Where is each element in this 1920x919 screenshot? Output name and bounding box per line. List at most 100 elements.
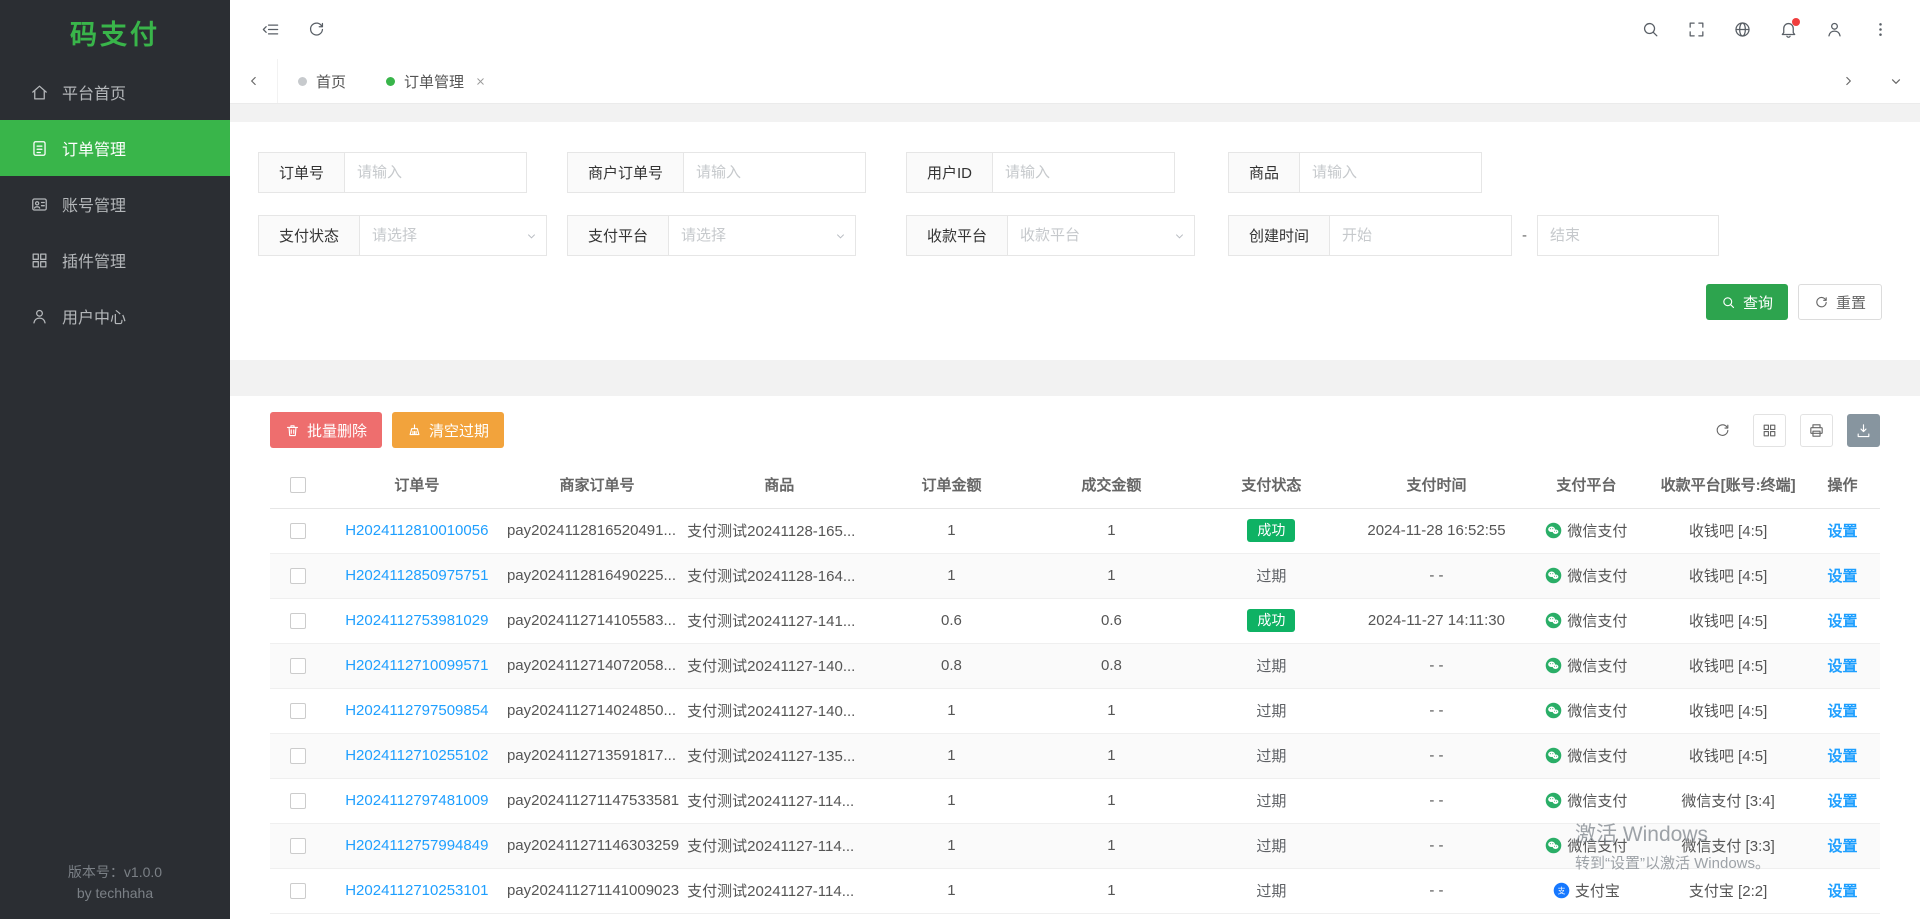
- table-row: H2024112797509854pay2024112714024850...支…: [270, 688, 1880, 733]
- order-id-link[interactable]: H2024112850975751: [345, 567, 488, 584]
- paid-amount-cell: 1: [1031, 778, 1191, 823]
- settings-link[interactable]: 设置: [1828, 568, 1858, 585]
- order-id-link[interactable]: H2024112710099571: [345, 657, 488, 674]
- collapse-sidebar-icon[interactable]: [250, 10, 290, 50]
- order-id-link[interactable]: H2024112810010056: [345, 522, 488, 539]
- settings-link[interactable]: 设置: [1828, 703, 1858, 720]
- grid-icon: [1761, 422, 1778, 439]
- pay-platform-cell: 微信支付: [1522, 733, 1652, 778]
- refresh-page-icon[interactable]: [296, 10, 336, 50]
- tabs-scroll-left-button[interactable]: [230, 59, 278, 103]
- row-checkbox[interactable]: [290, 523, 306, 539]
- paid-amount-cell: 1: [1031, 823, 1191, 868]
- grid-icon: [30, 251, 49, 270]
- order-amount-cell: 1: [871, 823, 1031, 868]
- refresh-table-button[interactable]: [1706, 414, 1739, 447]
- tabs-scroll-right-button[interactable]: [1824, 59, 1872, 103]
- order-id-link[interactable]: H2024112753981029: [345, 612, 488, 629]
- close-tab-icon[interactable]: [475, 76, 486, 87]
- pay-time-cell: - -: [1351, 688, 1521, 733]
- pay-platform-cell: 微信支付: [1522, 553, 1652, 598]
- order-amount-cell: 1: [871, 553, 1031, 598]
- fullscreen-icon[interactable]: [1676, 10, 1716, 50]
- row-checkbox[interactable]: [290, 703, 306, 719]
- order-table-body: H2024112810010056pay2024112816520491...支…: [270, 508, 1880, 913]
- batch-delete-button[interactable]: 批量删除: [270, 412, 382, 448]
- language-globe-icon[interactable]: [1722, 10, 1762, 50]
- row-checkbox[interactable]: [290, 748, 306, 764]
- row-checkbox[interactable]: [290, 838, 306, 854]
- end-date-input[interactable]: [1537, 215, 1719, 256]
- pay-status-cell: 过期: [1191, 868, 1351, 913]
- order-id-link[interactable]: H2024112710253101: [345, 882, 488, 899]
- export-button[interactable]: [1847, 414, 1880, 447]
- filter-create-time: 创建时间 -: [1228, 215, 1882, 256]
- receive-platform-select[interactable]: [1008, 215, 1195, 256]
- reset-button[interactable]: 重置: [1798, 284, 1882, 320]
- order-id-link[interactable]: H2024112797481009: [345, 792, 488, 809]
- page-content: 订单号 商户订单号 用户ID: [230, 104, 1920, 919]
- sidebar-item-user-center[interactable]: 用户中心: [0, 288, 230, 344]
- product-cell: 支付测试20241127-114...: [687, 868, 871, 913]
- settings-link[interactable]: 设置: [1828, 658, 1858, 675]
- row-checkbox[interactable]: [290, 568, 306, 584]
- row-checkbox[interactable]: [290, 793, 306, 809]
- filter-label: 商品: [1228, 152, 1300, 193]
- row-checkbox[interactable]: [290, 658, 306, 674]
- pay-status-select[interactable]: [360, 215, 547, 256]
- filter-product: 商品: [1228, 152, 1882, 193]
- product-input[interactable]: [1300, 152, 1482, 193]
- order-id-link[interactable]: H2024112757994849: [345, 837, 488, 854]
- sidebar-menu: 平台首页 订单管理 账号管理 插件管理 用户中心: [0, 64, 230, 344]
- sidebar-item-platform-home[interactable]: 平台首页: [0, 64, 230, 120]
- settings-link[interactable]: 设置: [1828, 883, 1858, 900]
- status-badge: 成功: [1247, 519, 1295, 542]
- more-options-icon[interactable]: [1860, 10, 1900, 50]
- clear-expired-button[interactable]: 清空过期: [392, 412, 504, 448]
- settings-link[interactable]: 设置: [1828, 838, 1858, 855]
- search-icon[interactable]: [1630, 10, 1670, 50]
- order-id-link[interactable]: H2024112797509854: [345, 702, 488, 719]
- user-id-input[interactable]: [993, 152, 1175, 193]
- start-date-input[interactable]: [1330, 215, 1512, 256]
- settings-link[interactable]: 设置: [1828, 613, 1858, 630]
- tabbar: 首页 订单管理: [230, 59, 1920, 104]
- user-profile-icon[interactable]: [1814, 10, 1854, 50]
- settings-link[interactable]: 设置: [1828, 523, 1858, 540]
- sidebar-item-account-management[interactable]: 账号管理: [0, 176, 230, 232]
- settings-link[interactable]: 设置: [1828, 793, 1858, 810]
- settings-link[interactable]: 设置: [1828, 748, 1858, 765]
- pay-platform-select[interactable]: [669, 215, 856, 256]
- filter-label: 创建时间: [1228, 215, 1330, 256]
- wechat-pay-icon: [1545, 837, 1562, 854]
- credit-text: by techhaha: [0, 883, 230, 903]
- product-cell: 支付测试20241127-140...: [687, 643, 871, 688]
- sidebar-item-label: 订单管理: [62, 136, 126, 160]
- chevron-left-icon: [247, 74, 261, 88]
- select-all-checkbox[interactable]: [290, 477, 306, 493]
- table-row: H2024112810010056pay2024112816520491...支…: [270, 508, 1880, 553]
- columns-filter-button[interactable]: [1753, 414, 1786, 447]
- order-table: 订单号商家订单号商品订单金额成交金额支付状态支付时间支付平台收款平台[账号:终端…: [270, 462, 1880, 914]
- sidebar-item-order-management[interactable]: 订单管理: [0, 120, 230, 176]
- search-button[interactable]: 查询: [1706, 284, 1788, 320]
- notifications-bell-icon[interactable]: [1768, 10, 1808, 50]
- merchant-no-input[interactable]: [684, 152, 866, 193]
- tab-order-management[interactable]: 订单管理: [366, 59, 506, 103]
- status-text: 过期: [1256, 838, 1286, 855]
- tabs-menu-button[interactable]: [1872, 59, 1920, 103]
- order-id-link[interactable]: H2024112710255102: [345, 747, 488, 764]
- sidebar-item-plugin-management[interactable]: 插件管理: [0, 232, 230, 288]
- svg-text:支: 支: [1557, 885, 1565, 895]
- tab-home[interactable]: 首页: [278, 59, 366, 103]
- pagination: 1 到第 页 确定 共 9 条 10 条/页: [270, 914, 1880, 919]
- paid-amount-cell: 1: [1031, 688, 1191, 733]
- row-checkbox[interactable]: [290, 613, 306, 629]
- filter-order-no: 订单号: [258, 152, 567, 193]
- order-no-input[interactable]: [345, 152, 527, 193]
- print-button[interactable]: [1800, 414, 1833, 447]
- pay-platform-cell: 微信支付: [1522, 823, 1652, 868]
- pay-platform-cell: 微信支付: [1522, 688, 1652, 733]
- pay-status-cell: 过期: [1191, 553, 1351, 598]
- row-checkbox[interactable]: [290, 883, 306, 899]
